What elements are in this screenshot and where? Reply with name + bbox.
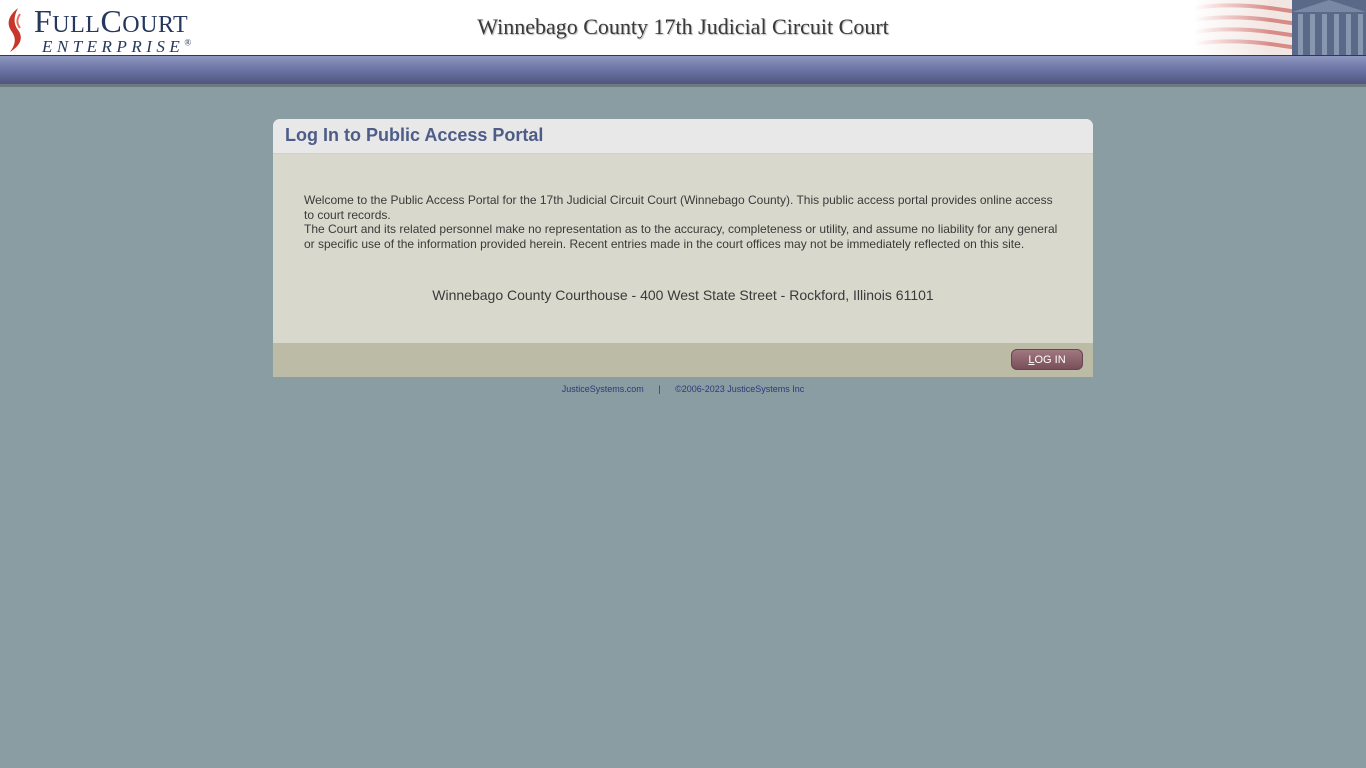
panel-title: Log In to Public Access Portal [285, 125, 544, 145]
logo-subtitle: ENTERPRISE® [42, 37, 192, 56]
welcome-paragraph: Welcome to the Public Access Portal for … [304, 193, 1053, 222]
page-footer: JusticeSystems.com | ©2006-2023 JusticeS… [0, 384, 1366, 394]
login-button[interactable]: LOG IN [1011, 349, 1083, 370]
justicesystems-link[interactable]: JusticeSystems.com [562, 384, 644, 394]
court-title: Winnebago County 17th Judicial Circuit C… [477, 14, 889, 39]
panel-footer: LOG IN [273, 343, 1093, 377]
courthouse-flag-icon [1194, 0, 1366, 55]
courthouse-address: Winnebago County Courthouse - 400 West S… [432, 287, 934, 303]
navigation-bar [0, 56, 1366, 87]
copyright-text: ©2006-2023 JusticeSystems Inc [675, 384, 805, 394]
panel-header: Log In to Public Access Portal [273, 119, 1093, 154]
welcome-text: Welcome to the Public Access Portal for … [304, 193, 1064, 251]
disclaimer-paragraph: The Court and its related personnel make… [304, 222, 1058, 251]
login-panel: Log In to Public Access Portal Welcome t… [273, 119, 1093, 377]
header: FULLCOURT ENTERPRISE® Winnebago County 1… [0, 0, 1366, 56]
footer-separator: | [658, 384, 661, 394]
